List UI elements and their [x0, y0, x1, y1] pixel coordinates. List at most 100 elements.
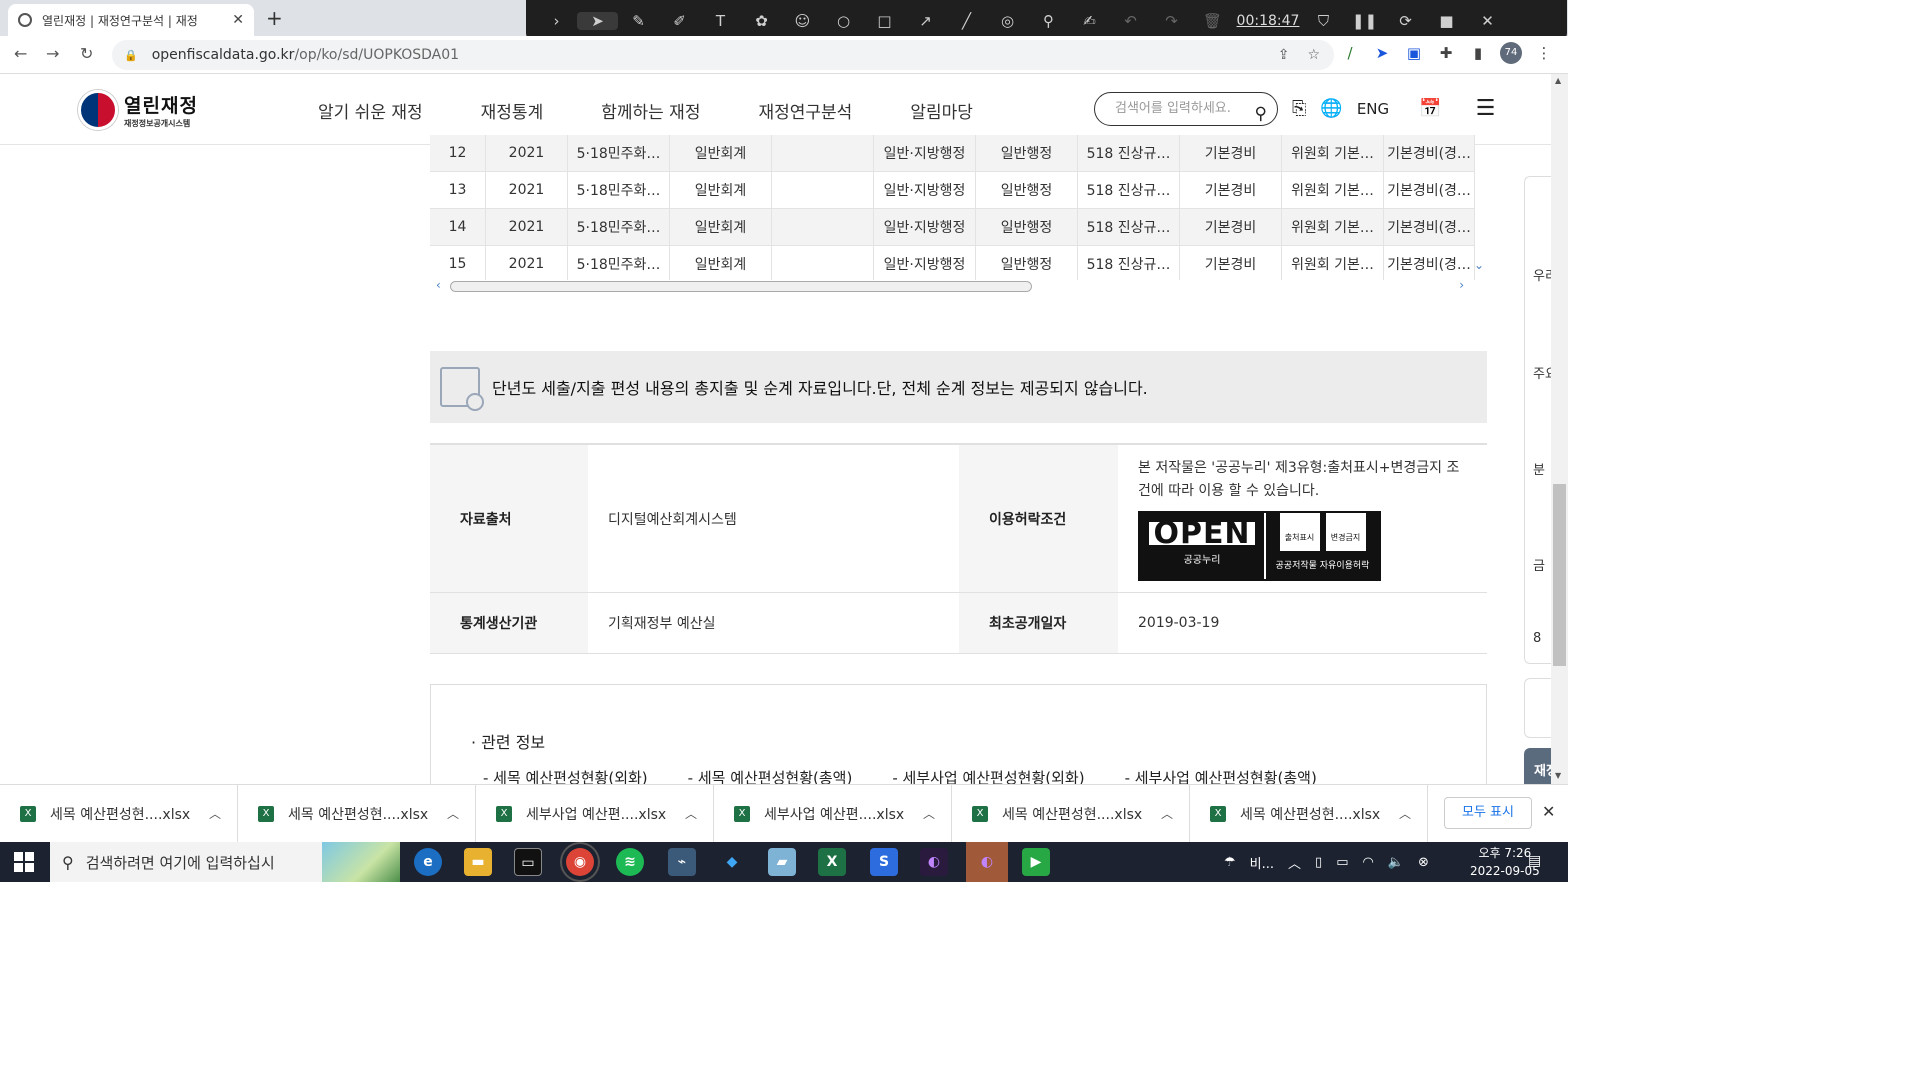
calendar-icon[interactable]: 📅	[1419, 98, 1441, 119]
redo-icon[interactable]: ↷	[1151, 12, 1192, 30]
notes-app-icon[interactable]: ▰	[768, 848, 796, 876]
download-item[interactable]: X 세부사업 예산편....xlsx ︿	[476, 785, 714, 842]
line-icon[interactable]: ╱	[946, 12, 987, 30]
url-field[interactable]: 🔒 openfiscaldata.go.kr/op/ko/sd/UOPKOSDA…	[112, 40, 1334, 70]
scrollbar-thumb[interactable]	[450, 281, 1032, 292]
chevron-up-icon[interactable]: ︿	[923, 805, 935, 822]
table-scroll-down-icon[interactable]: ⌄	[1474, 258, 1484, 272]
excel-icon[interactable]: X	[818, 848, 846, 876]
login-icon[interactable]: ⎘	[1292, 98, 1306, 119]
globe-lang-icon[interactable]: 🌐	[1320, 98, 1342, 119]
nav-item-notice[interactable]: 알림마당	[910, 98, 973, 123]
extension-pen-icon[interactable]: /	[1340, 44, 1360, 62]
star-icon[interactable]: ☆	[1307, 47, 1320, 63]
volume-icon[interactable]: 🔈	[1388, 855, 1404, 870]
recorder-app-icon[interactable]: ◐	[920, 848, 948, 876]
search-icon[interactable]: ⚲	[1255, 98, 1267, 130]
media-player-icon[interactable]: ▶	[1022, 848, 1050, 876]
chevron-up-icon[interactable]: ︿	[1161, 805, 1173, 822]
rectangle-icon[interactable]: □	[864, 12, 905, 30]
undo-icon[interactable]: ↶	[1110, 12, 1151, 30]
highlighter-icon[interactable]: ✐	[659, 12, 700, 30]
language-toggle[interactable]: ENG	[1357, 100, 1389, 118]
wifi-icon[interactable]: ◠	[1362, 855, 1373, 870]
back-icon[interactable]: ←	[14, 44, 27, 63]
nav-item-easy-finance[interactable]: 알기 쉬운 재정	[318, 98, 423, 123]
scroll-right-icon[interactable]: ›	[1459, 278, 1464, 292]
menu-dots-icon[interactable]: ⋮	[1534, 44, 1554, 62]
chevron-right-icon[interactable]: ›	[536, 12, 577, 30]
shield-icon[interactable]: ⛉	[1303, 12, 1344, 30]
zoom-icon[interactable]: ⚲	[1028, 12, 1069, 30]
file-explorer-icon[interactable]: ▬	[464, 848, 492, 876]
puzzle-icon[interactable]: ✚	[1436, 44, 1456, 62]
side-menu-label[interactable]: 금	[1533, 555, 1545, 574]
chevron-up-icon[interactable]: ︿	[685, 805, 697, 822]
s-app-icon[interactable]: S	[870, 848, 898, 876]
arrow-icon[interactable]: ↗	[905, 12, 946, 30]
table-horizontal-scrollbar[interactable]: ‹ ›	[434, 278, 1474, 294]
new-tab-button[interactable]: +	[266, 6, 283, 30]
forward-icon[interactable]: →	[46, 44, 59, 63]
pen-icon[interactable]: ✎	[618, 12, 659, 30]
show-all-downloads-button[interactable]: 모두 표시	[1444, 797, 1532, 829]
spotify-icon[interactable]: ≋	[616, 848, 644, 876]
extension-arrow-icon[interactable]: ➤	[1372, 44, 1392, 62]
chrome-icon[interactable]: ◉	[566, 848, 594, 876]
recorder-app-active-icon[interactable]: ◐	[966, 842, 1008, 882]
chevron-up-icon[interactable]: ︿	[447, 805, 459, 822]
page-vertical-scrollbar[interactable]: ▲ ▼	[1551, 74, 1568, 784]
close-downloads-icon[interactable]: ✕	[1542, 802, 1555, 821]
profile-avatar[interactable]: 74	[1500, 42, 1522, 64]
chevron-up-icon[interactable]: ︿	[209, 805, 221, 822]
blur-icon[interactable]: ✿	[741, 12, 782, 30]
chevron-up-icon[interactable]: ︿	[1399, 805, 1411, 822]
sidepanel-icon[interactable]: ▮	[1468, 44, 1488, 62]
device-icon[interactable]: ▯	[1315, 855, 1322, 870]
share-icon[interactable]: ⇪	[1278, 47, 1290, 63]
circle-icon[interactable]: ○	[823, 12, 864, 30]
extension-ui-icon[interactable]: ▣	[1404, 44, 1424, 62]
pause-icon[interactable]: ❚❚	[1344, 12, 1385, 30]
windows-start-icon[interactable]	[14, 852, 34, 872]
camera-focus-icon[interactable]: ◎	[987, 12, 1028, 30]
trash-icon[interactable]: 🗑	[1192, 12, 1233, 30]
emoji-icon[interactable]: ☺	[782, 12, 823, 30]
side-menu-label[interactable]: 분	[1533, 459, 1545, 478]
taskbar-search-box[interactable]: ⚲ 검색하려면 여기에 입력하십시	[50, 842, 400, 882]
stop-icon[interactable]: ■	[1426, 12, 1467, 30]
battery-icon[interactable]: ▭	[1336, 855, 1348, 870]
download-item[interactable]: X 세목 예산편성현....xlsx ︿	[0, 785, 238, 842]
restart-icon[interactable]: ⟳	[1385, 12, 1426, 30]
map-app-icon[interactable]: ⌁	[668, 848, 696, 876]
site-logo[interactable]: 열린재정 재정정보공개시스템	[78, 90, 198, 130]
page-scrollbar-thumb[interactable]	[1553, 484, 1566, 666]
terminal-icon[interactable]: ▭	[514, 848, 542, 876]
status-icon[interactable]: ⊗	[1418, 855, 1429, 870]
side-menu-label[interactable]: 8	[1533, 631, 1541, 646]
weather-icon[interactable]: ☂	[1224, 855, 1236, 870]
download-item[interactable]: X 세목 예산편성현....xlsx ︿	[238, 785, 476, 842]
vscode-icon[interactable]: ◆	[718, 848, 746, 876]
download-item[interactable]: X 세목 예산편성현....xlsx ︿	[1190, 785, 1428, 842]
text-icon[interactable]: T	[700, 12, 741, 30]
close-icon[interactable]: ✕	[1467, 12, 1508, 30]
scroll-up-icon[interactable]: ▲	[1555, 76, 1561, 85]
cursor-icon[interactable]: ➤	[577, 11, 618, 30]
nav-item-research[interactable]: 재정연구분석	[758, 98, 852, 123]
nav-item-together[interactable]: 함께하는 재정	[601, 98, 700, 123]
chevron-up-icon[interactable]: ︿	[1288, 853, 1301, 872]
site-search-input[interactable]: 검색어를 입력하세요. ⚲	[1094, 92, 1278, 126]
edit-screen-icon[interactable]: ✍	[1069, 12, 1110, 30]
weather-text[interactable]: 비...	[1250, 853, 1274, 872]
close-tab-icon[interactable]: ✕	[232, 12, 244, 28]
scroll-down-icon[interactable]: ▼	[1555, 771, 1561, 780]
browser-tab[interactable]: 열린재정 | 재정연구분석 | 재정 ✕	[8, 4, 254, 36]
hamburger-menu-icon[interactable]: ☰	[1476, 96, 1496, 121]
notification-icon[interactable]: ▤	[1528, 853, 1541, 869]
nav-item-finance-stats[interactable]: 재정통계	[481, 98, 544, 123]
scroll-left-icon[interactable]: ‹	[436, 278, 441, 292]
download-item[interactable]: X 세부사업 예산편....xlsx ︿	[714, 785, 952, 842]
reload-icon[interactable]: ↻	[80, 44, 93, 63]
edge-icon[interactable]: e	[414, 848, 442, 876]
